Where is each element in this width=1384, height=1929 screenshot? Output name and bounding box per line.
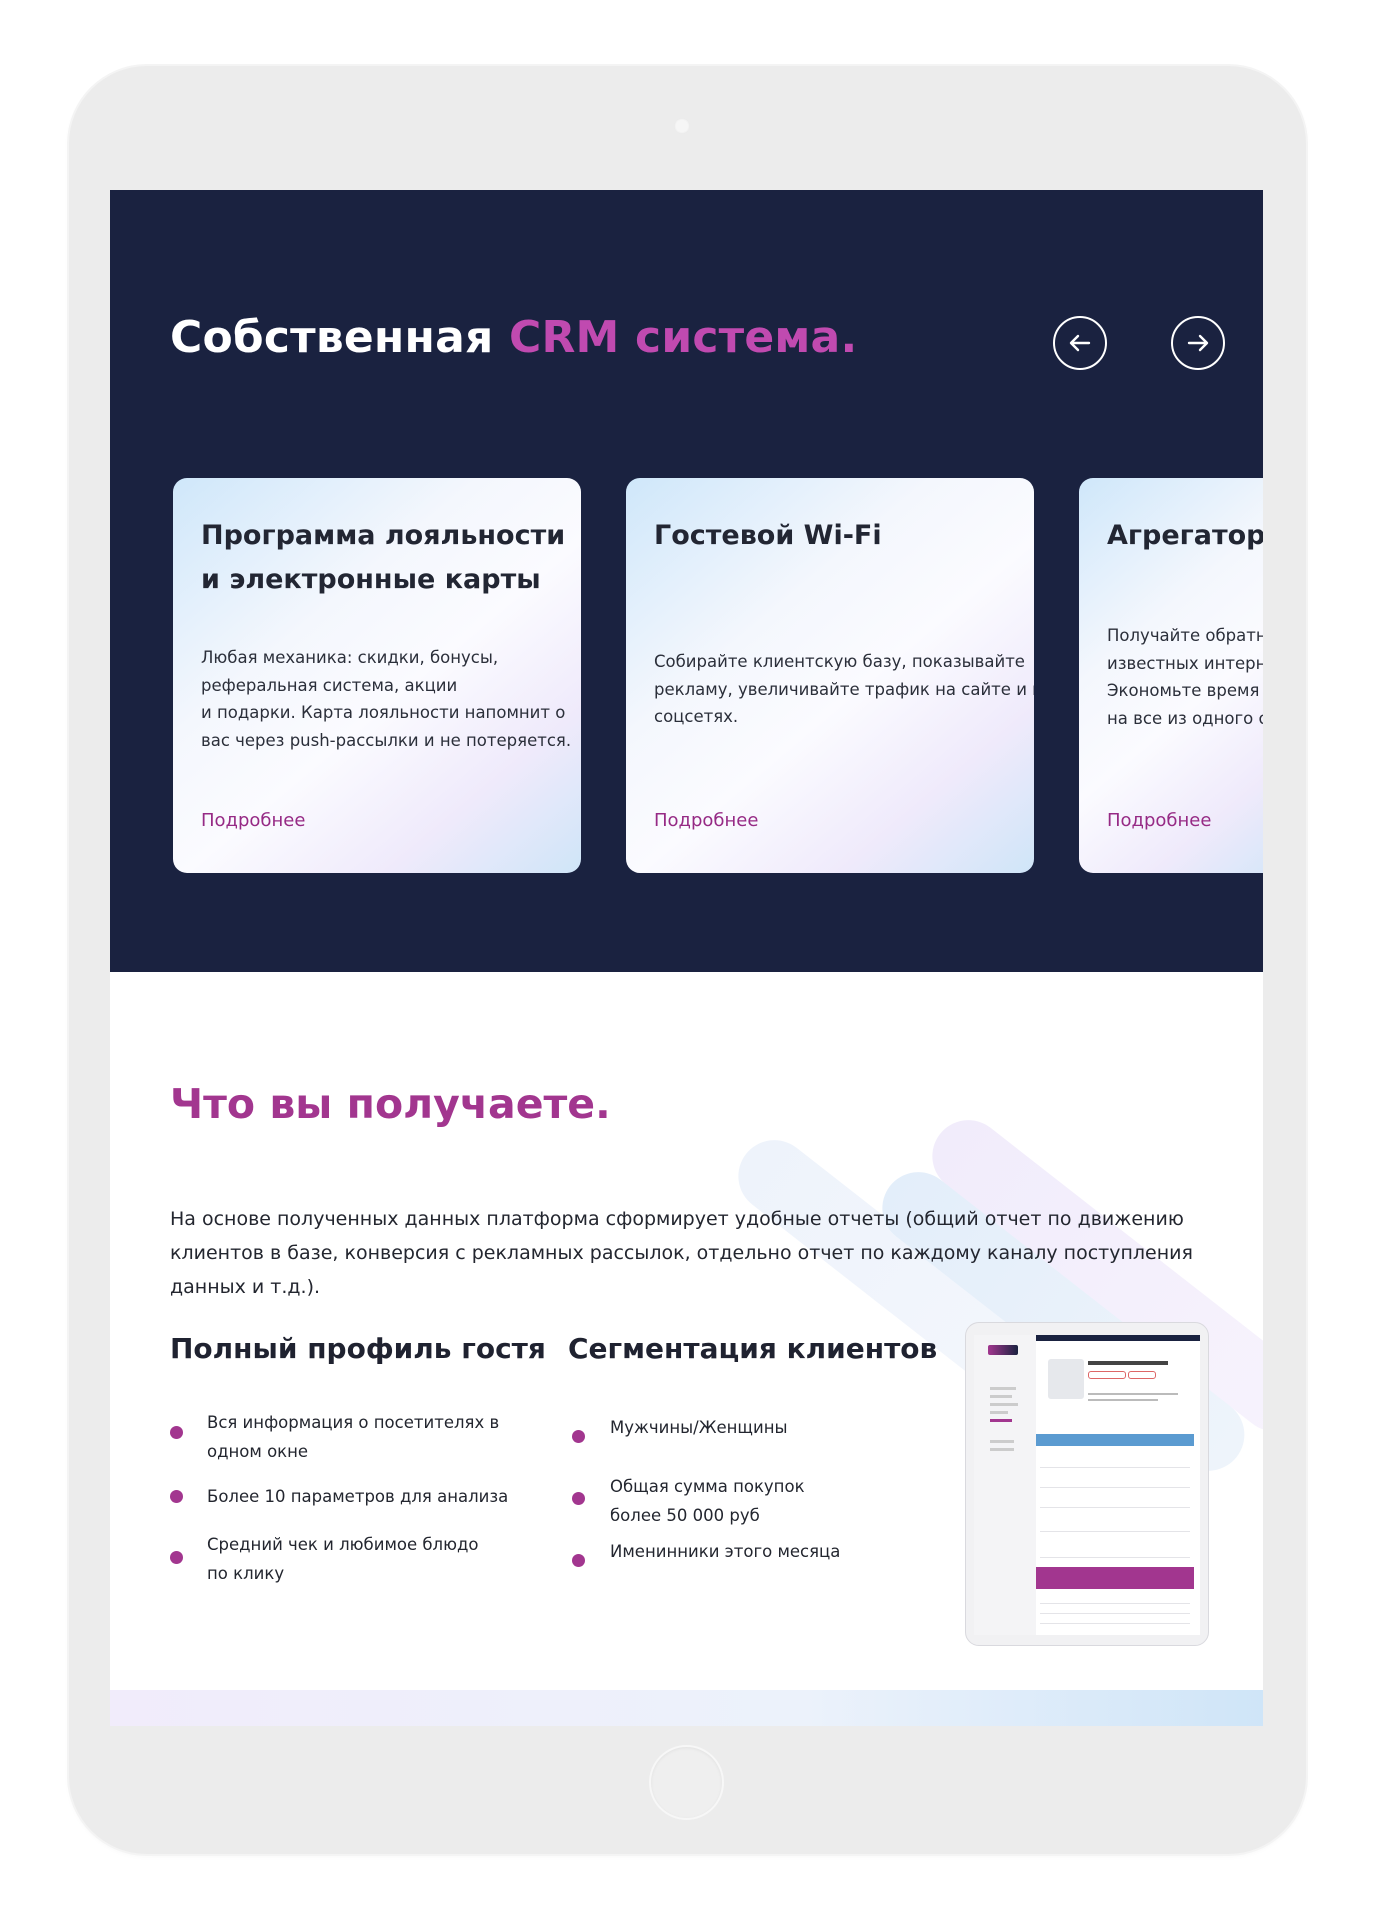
crm-screenshot-mockup [965, 1322, 1209, 1646]
camera-dot [674, 118, 690, 134]
bullet-dot [572, 1492, 585, 1505]
card-text: Получайте обратнуизвестных интернетЭконо… [1107, 626, 1263, 728]
carousel-prev-button[interactable] [1053, 316, 1107, 370]
list-item: Средний чек и любимое блюдо по клику [207, 1535, 479, 1583]
next-section-edge [110, 1690, 1263, 1726]
arrow-left-icon [1069, 334, 1091, 352]
bullet-dot [572, 1430, 585, 1443]
hero-title-accent: CRM система. [508, 312, 858, 363]
list-item: Вся информация о посетителях в одном окне [207, 1413, 500, 1461]
crm-screenshot-screen [974, 1335, 1200, 1635]
benefits-title: Что вы получаете. [170, 1080, 611, 1128]
card-title: Гостевой Wi-Fi [654, 520, 882, 551]
segmentation-title: Сегментация клиентов [568, 1332, 938, 1365]
arrow-right-icon [1187, 334, 1209, 352]
crm-row [1040, 1623, 1190, 1624]
bullet-dot [170, 1490, 183, 1503]
crm-logo [988, 1345, 1018, 1355]
bullet-dot [572, 1554, 585, 1567]
card-text: Собирайте клиентскую базу, показывайте ре… [654, 652, 1034, 726]
list-item: Мужчины/Женщины [610, 1418, 788, 1437]
crm-line [1088, 1393, 1178, 1395]
list-item: Общая сумма покупок более 50 000 руб [610, 1477, 805, 1525]
crm-topbar [1036, 1335, 1200, 1341]
card-title: Программа лояльности и электронные карты [201, 520, 566, 595]
crm-row [1040, 1487, 1190, 1488]
crm-sidebar [974, 1335, 1036, 1635]
home-button [651, 1747, 722, 1818]
card-more-link[interactable]: Подробнее [654, 810, 758, 831]
hero-title-main: Собственная [170, 312, 509, 363]
avatar [1048, 1359, 1084, 1399]
crm-row [1040, 1467, 1190, 1468]
profile-title: Полный профиль гостя [170, 1332, 546, 1365]
crm-row [1040, 1603, 1190, 1604]
list-item: Более 10 параметров для анализа [207, 1487, 509, 1506]
card-guest-wifi: Гостевой Wi-Fi Собирайте клиентскую базу… [626, 478, 1034, 873]
bullet-dot [170, 1426, 183, 1439]
crm-row [1040, 1557, 1190, 1558]
crm-tabs [1036, 1434, 1194, 1446]
tablet-screen: Собственная CRM система. Программа лояль… [110, 190, 1263, 1726]
benefits-description: На основе полученных данных платформа сф… [170, 1208, 1193, 1298]
card-aggregator: Агрегатор Получайте обратну известных инт… [1079, 478, 1263, 873]
hero-title: Собственная CRM система. [170, 312, 857, 363]
bullet-dot [170, 1551, 183, 1564]
carousel-next-button[interactable] [1171, 316, 1225, 370]
crm-row [1040, 1531, 1190, 1532]
card-loyalty-program: Программа лояльности и электронные карты … [173, 478, 581, 873]
card-more-link[interactable]: Подробнее [1107, 810, 1211, 831]
card-text: Любая механика: скидки, бонусы, реферальн… [201, 648, 572, 750]
crm-hero-section: Собственная CRM система. Программа лояль… [110, 190, 1263, 972]
crm-line [1088, 1399, 1158, 1401]
crm-total-bar [1036, 1567, 1194, 1589]
crm-row [1040, 1507, 1190, 1508]
card-title: Агрегатор [1107, 520, 1263, 551]
list-item: Именинники этого месяца [610, 1542, 841, 1561]
crm-tag [1128, 1371, 1156, 1379]
crm-profile-name [1088, 1361, 1168, 1365]
card-more-link[interactable]: Подробнее [201, 810, 305, 831]
crm-tag [1088, 1371, 1126, 1379]
crm-row [1040, 1613, 1190, 1614]
